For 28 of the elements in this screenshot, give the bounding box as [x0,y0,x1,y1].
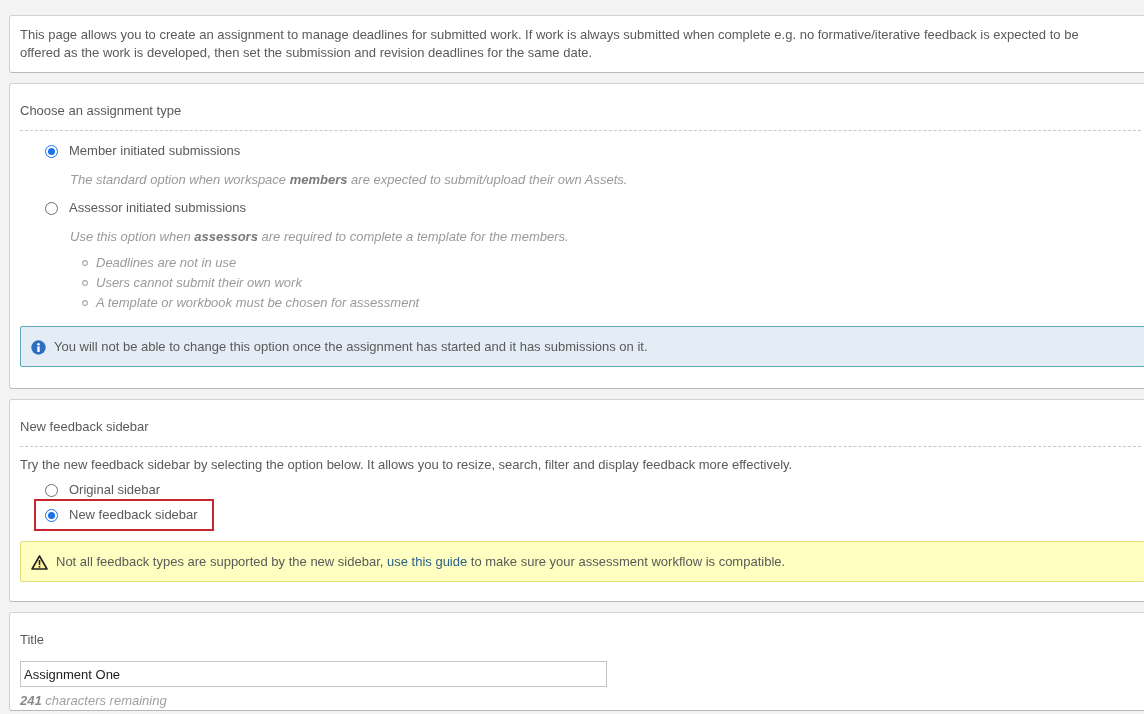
info-message: You will not be able to change this option once the assignment has started and it has submissions on it. [54,338,648,356]
section-heading: New feedback sidebar [20,418,1141,447]
radio-button[interactable] [45,508,58,522]
radio-button[interactable] [45,201,58,215]
radio-button[interactable] [45,144,58,158]
info-icon [31,339,46,355]
option-description: Use this option when assessors are required to complete a template for the members. [70,228,570,246]
bullet-icon [82,300,88,306]
field-label: Title [20,631,46,649]
radio-button[interactable] [45,483,58,497]
guide-link[interactable]: use this guide [387,554,468,569]
note-text: A template or workbook must be chosen for assessment [96,294,420,312]
bullet-icon [82,260,88,266]
note-text: Users cannot submit their own work [96,274,302,292]
option-label[interactable]: Original sidebar [69,481,161,499]
intro-text: This page allows you to create an assignment to manage deadlines for submitted work. If work is always submitted when complete e.g. no formative/iterative feedback is expected to be offered as the work is developed, then set the submission and revision deadlines for the same date. [20,26,1080,62]
characters-remaining: 241 characters remaining [20,692,168,710]
warning-message: Not all feedback types are supported by the new sidebar, use this guide to make sure your assessment workflow is compatible. [56,553,786,571]
bullet-icon [82,280,88,286]
warning-icon [31,554,48,570]
option-label[interactable]: New feedback sidebar [69,506,198,524]
option-label[interactable]: Assessor initiated submissions [69,199,247,217]
section-heading: Choose an assignment type [20,102,1141,131]
title-input[interactable]: Assignment One [20,661,607,687]
note-text: Deadlines are not in use [96,254,237,272]
option-label[interactable]: Member initiated submissions [69,142,241,160]
option-description: The standard option when workspace members are expected to submit/upload their own Assets. [70,171,629,189]
section-text: Try the new feedback sidebar by selecting the option below. It allows you to resize, search, filter and display feedback more effectively. [20,456,794,474]
